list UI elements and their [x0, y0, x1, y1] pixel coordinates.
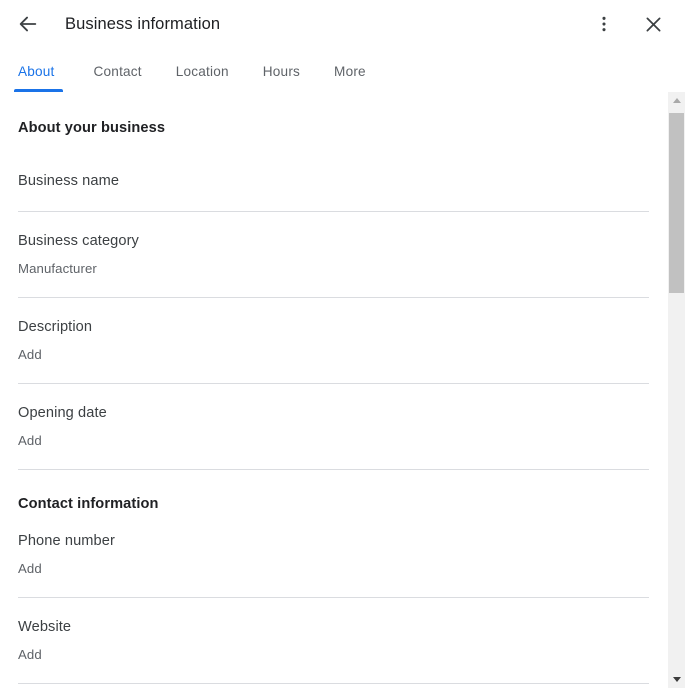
tab-location[interactable]: Location — [159, 64, 246, 92]
row-value-description[interactable]: Add — [18, 347, 649, 362]
close-button[interactable] — [635, 6, 671, 42]
tab-bar: About Contact Location Hours More — [0, 48, 685, 92]
row-value-business-category: Manufacturer — [18, 261, 97, 276]
row-label-description: Description — [18, 319, 93, 335]
section-title-contact-information: Contact information — [18, 496, 159, 512]
scrollbar-up-button[interactable] — [668, 92, 685, 109]
tab-about[interactable]: About — [14, 64, 77, 92]
more-options-button[interactable] — [586, 6, 622, 42]
row-label-business-category: Business category — [18, 233, 139, 249]
arrow-left-icon — [17, 13, 39, 35]
row-phone-number[interactable]: Phone number Add — [0, 512, 667, 597]
section-title-about-your-business: About your business — [18, 120, 166, 136]
dialog-header: Business information — [0, 0, 685, 48]
close-icon — [643, 14, 664, 35]
row-value-phone-number[interactable]: Add — [18, 561, 649, 576]
row-description[interactable]: Description Add — [0, 298, 667, 383]
row-value-opening-date[interactable]: Add — [18, 433, 649, 448]
row-label-phone-number: Phone number — [18, 533, 115, 549]
page-title: Business information — [65, 14, 221, 33]
triangle-up-icon — [672, 98, 681, 103]
row-label-opening-date: Opening date — [18, 405, 107, 421]
row-value-website[interactable]: Add — [18, 647, 649, 662]
triangle-down-icon — [672, 677, 681, 682]
about-panel: About your business Business name Busine… — [0, 92, 667, 688]
row-label-business-name: Business name — [18, 173, 120, 189]
row-website[interactable]: Website Add — [0, 598, 667, 683]
vertical-scrollbar[interactable] — [667, 92, 685, 688]
scrollbar-down-button[interactable] — [668, 671, 685, 688]
row-business-name[interactable]: Business name — [0, 136, 667, 211]
row-business-category[interactable]: Business category Manufacturer — [0, 212, 667, 297]
tab-contact[interactable]: Contact — [77, 64, 159, 92]
tab-more[interactable]: More — [317, 64, 383, 92]
more-vertical-icon — [594, 14, 614, 34]
back-button[interactable] — [10, 6, 46, 42]
scrollbar-thumb[interactable] — [669, 113, 684, 293]
tab-hours[interactable]: Hours — [246, 64, 317, 92]
header-actions — [586, 6, 671, 42]
row-label-website: Website — [18, 619, 72, 635]
divider — [18, 683, 649, 684]
row-opening-date[interactable]: Opening date Add — [0, 384, 667, 469]
